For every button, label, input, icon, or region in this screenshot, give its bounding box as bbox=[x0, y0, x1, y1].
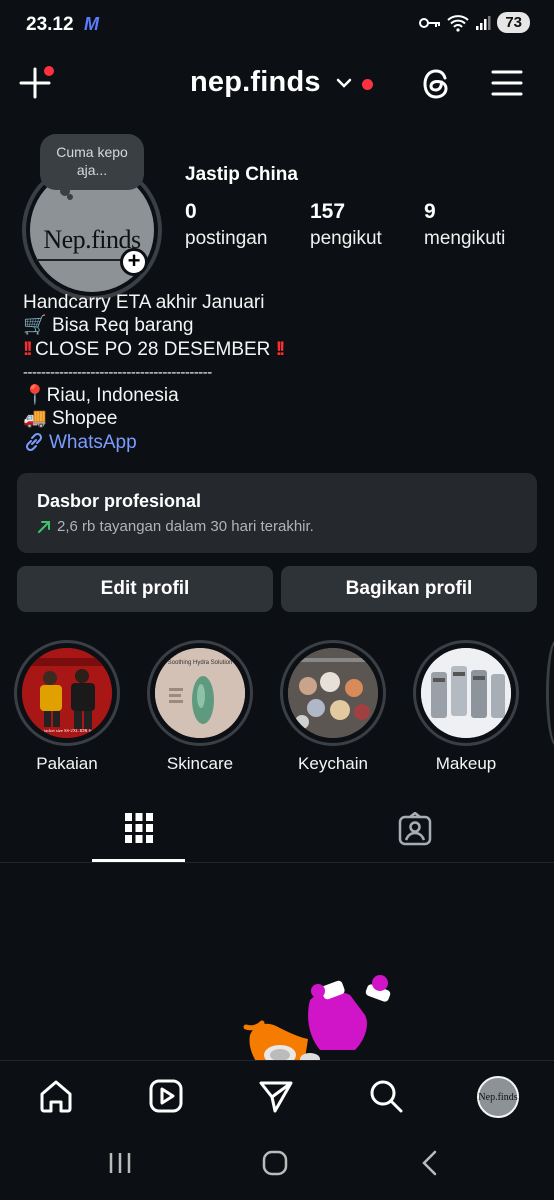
back-icon[interactable] bbox=[420, 1150, 440, 1176]
add-story-icon[interactable]: + bbox=[120, 248, 148, 276]
menu-icon[interactable] bbox=[490, 68, 524, 98]
direct-message-icon[interactable] bbox=[258, 1078, 294, 1114]
double-exclamation-icon: !! bbox=[275, 338, 286, 360]
highlight-thumbnail bbox=[421, 648, 511, 738]
search-icon[interactable] bbox=[368, 1078, 404, 1114]
dashboard-subtitle: 2,6 rb tayangan dalam 30 hari terakhir. bbox=[57, 518, 314, 535]
bio-location: Riau, Indonesia bbox=[46, 385, 179, 407]
username-switcher[interactable]: nep.finds bbox=[190, 66, 321, 99]
tab-divider bbox=[0, 862, 554, 863]
highlight-partial[interactable] bbox=[546, 640, 554, 746]
create-notification-dot bbox=[44, 66, 54, 76]
highlight-label: Skincare bbox=[166, 754, 234, 773]
home-button-icon[interactable] bbox=[262, 1150, 288, 1176]
gmail-notification-icon: M bbox=[84, 14, 99, 34]
edit-profile-button[interactable]: Edit profil bbox=[17, 566, 273, 612]
display-name: Jastip China bbox=[185, 164, 298, 185]
cart-icon: 🛒 bbox=[23, 315, 47, 337]
account-notification-dot bbox=[362, 79, 373, 90]
pin-icon: 📍 bbox=[23, 385, 47, 407]
highlight-makeup[interactable]: Makeup bbox=[413, 640, 519, 774]
profile-tab-avatar[interactable]: Nep.finds bbox=[477, 1076, 519, 1118]
stat-following[interactable]: 9 mengikuti bbox=[424, 200, 505, 250]
highlight-caption: Soothing Hydra Solution bbox=[168, 660, 233, 666]
bio-divider: ----------------------------------------… bbox=[23, 363, 212, 381]
bio-line: CLOSE PO 28 DESEMBER bbox=[34, 338, 271, 360]
highlight-pakaian[interactable]: Adidas jacket size SS-2XL IDR for price … bbox=[14, 640, 120, 774]
threads-icon[interactable] bbox=[420, 66, 454, 102]
truck-icon: 🚚 bbox=[23, 408, 47, 430]
grid-tab-icon[interactable] bbox=[124, 812, 154, 844]
link-icon bbox=[25, 433, 43, 452]
highlight-label: Makeup bbox=[435, 754, 497, 773]
stat-followers[interactable]: 157 pengikut bbox=[310, 200, 382, 250]
share-profile-button[interactable]: Bagikan profil bbox=[281, 566, 537, 612]
empty-state-illustration bbox=[243, 975, 391, 1065]
recent-apps-icon[interactable] bbox=[108, 1150, 132, 1176]
bio-line: Bisa Req barang bbox=[51, 315, 194, 337]
bio: Handcarry ETA akhir Januari 🛒 Bisa Req b… bbox=[23, 291, 286, 454]
bio-shop: Shopee bbox=[51, 408, 118, 430]
chevron-down-icon[interactable] bbox=[334, 73, 354, 93]
highlight-thumbnail: Adidas jacket size SS-2XL IDR for price bbox=[22, 648, 112, 738]
vpn-key-icon bbox=[419, 17, 441, 28]
reels-icon[interactable] bbox=[148, 1078, 184, 1114]
status-icons: 73 bbox=[419, 12, 530, 33]
highlight-skincare[interactable]: Soothing Hydra Solution Skincare bbox=[147, 640, 253, 774]
home-icon[interactable] bbox=[38, 1078, 74, 1114]
bio-link[interactable]: WhatsApp bbox=[23, 431, 282, 454]
highlight-label: Keychain bbox=[298, 754, 368, 773]
highlight-thumbnail bbox=[288, 648, 378, 738]
stat-posts[interactable]: 0 postingan bbox=[185, 200, 267, 250]
highlight-caption: Adidas jacket size SS-2XL IDR for price bbox=[30, 728, 104, 733]
tagged-tab-icon[interactable] bbox=[398, 812, 432, 846]
professional-dashboard-card[interactable]: Dasbor profesional 2,6 rb tayangan dalam… bbox=[17, 473, 537, 553]
signal-icon bbox=[476, 15, 491, 30]
bio-line: Handcarry ETA akhir Januari bbox=[23, 292, 265, 313]
battery-indicator: 73 bbox=[497, 12, 530, 33]
status-time: 23.12 bbox=[26, 14, 74, 35]
highlight-label: Pakaian bbox=[36, 754, 98, 773]
highlight-thumbnail: Soothing Hydra Solution bbox=[155, 648, 245, 738]
trend-up-icon bbox=[38, 520, 50, 533]
note-bubble[interactable]: Cuma kepo aja... bbox=[40, 134, 144, 190]
dashboard-title: Dasbor profesional bbox=[37, 491, 202, 511]
double-exclamation-icon: !! bbox=[23, 338, 33, 360]
highlight-keychain[interactable]: Keychain bbox=[280, 640, 386, 774]
wifi-icon bbox=[447, 14, 469, 32]
